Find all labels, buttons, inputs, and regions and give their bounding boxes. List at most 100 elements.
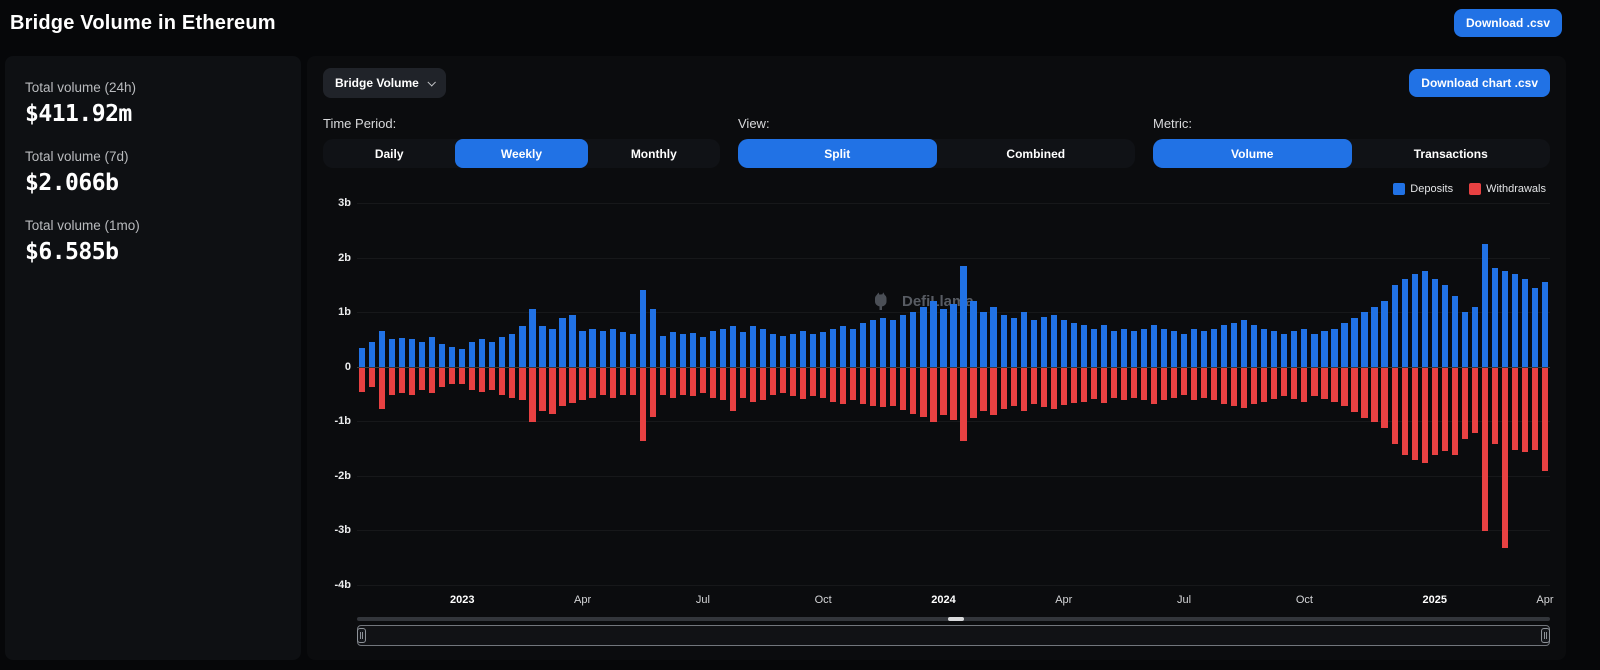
deposit-bar[interactable] <box>1091 329 1097 367</box>
deposit-bar[interactable] <box>1542 282 1548 367</box>
withdrawal-bar[interactable] <box>1161 368 1167 401</box>
withdrawal-bar[interactable] <box>399 368 405 393</box>
deposit-bar[interactable] <box>1021 312 1027 367</box>
withdrawal-bar[interactable] <box>800 368 806 400</box>
withdrawal-bar[interactable] <box>1101 368 1107 403</box>
view-split-button[interactable]: Split <box>738 139 937 168</box>
deposit-bar[interactable] <box>459 349 465 366</box>
deposit-bar[interactable] <box>1101 325 1107 366</box>
deposit-bar[interactable] <box>1432 279 1438 366</box>
withdrawal-bar[interactable] <box>980 368 986 412</box>
deposit-bar[interactable] <box>810 334 816 367</box>
deposit-bar[interactable] <box>359 348 365 367</box>
deposit-bar[interactable] <box>1041 317 1047 367</box>
deposit-bar[interactable] <box>1532 288 1538 367</box>
withdrawal-bar[interactable] <box>880 368 886 407</box>
withdrawal-bar[interactable] <box>600 368 606 395</box>
deposit-bar[interactable] <box>1321 331 1327 367</box>
deposit-bar[interactable] <box>1251 325 1257 366</box>
withdrawal-bar[interactable] <box>379 368 385 409</box>
deposit-bar[interactable] <box>1081 325 1087 366</box>
withdrawal-bar[interactable] <box>1211 368 1217 401</box>
withdrawal-bar[interactable] <box>459 368 465 384</box>
deposit-bar[interactable] <box>1462 312 1468 367</box>
withdrawal-bar[interactable] <box>1321 368 1327 400</box>
deposit-bar[interactable] <box>399 338 405 366</box>
withdrawal-bar[interactable] <box>1041 368 1047 407</box>
withdrawal-bar[interactable] <box>529 368 535 423</box>
withdrawal-bar[interactable] <box>1452 368 1458 455</box>
deposit-bar[interactable] <box>650 309 656 366</box>
withdrawal-bar[interactable] <box>1392 368 1398 444</box>
deposit-bar[interactable] <box>770 334 776 367</box>
deposit-bar[interactable] <box>1492 268 1498 366</box>
deposit-bar[interactable] <box>870 320 876 366</box>
deposit-bar[interactable] <box>720 329 726 367</box>
deposit-bar[interactable] <box>1011 318 1017 367</box>
withdrawal-bar[interactable] <box>439 368 445 388</box>
withdrawal-bar[interactable] <box>1081 368 1087 402</box>
deposit-bar[interactable] <box>569 315 575 367</box>
withdrawal-bar[interactable] <box>479 368 485 393</box>
withdrawal-bar[interactable] <box>1381 368 1387 428</box>
deposit-bar[interactable] <box>950 304 956 367</box>
withdrawal-bar[interactable] <box>1131 368 1137 399</box>
withdrawal-bar[interactable] <box>720 368 726 401</box>
withdrawal-bar[interactable] <box>1141 368 1147 401</box>
deposit-bar[interactable] <box>1111 331 1117 367</box>
deposit-bar[interactable] <box>589 329 595 367</box>
deposit-bar[interactable] <box>1261 329 1267 367</box>
view-combined-button[interactable]: Combined <box>937 139 1136 168</box>
deposit-bar[interactable] <box>1231 323 1237 367</box>
deposit-bar[interactable] <box>1181 334 1187 367</box>
deposit-bar[interactable] <box>710 331 716 367</box>
metric-volume-button[interactable]: Volume <box>1153 139 1352 168</box>
withdrawal-bar[interactable] <box>1021 368 1027 412</box>
deposit-bar[interactable] <box>640 290 646 366</box>
deposit-bar[interactable] <box>1281 334 1287 367</box>
withdrawal-bar[interactable] <box>810 368 816 396</box>
deposit-bar[interactable] <box>1001 315 1007 367</box>
deposit-bar[interactable] <box>1502 271 1508 367</box>
deposit-bar[interactable] <box>1361 312 1367 367</box>
withdrawal-bar[interactable] <box>740 368 746 399</box>
withdrawal-bar[interactable] <box>569 368 575 403</box>
withdrawal-bar[interactable] <box>790 368 796 396</box>
withdrawal-bar[interactable] <box>409 368 415 395</box>
deposit-bar[interactable] <box>880 318 886 367</box>
time-period-daily-button[interactable]: Daily <box>323 139 455 168</box>
deposit-bar[interactable] <box>1241 320 1247 366</box>
deposit-bar[interactable] <box>1442 285 1448 367</box>
withdrawal-bar[interactable] <box>389 368 395 395</box>
withdrawal-bar[interactable] <box>589 368 595 398</box>
withdrawal-bar[interactable] <box>1301 368 1307 402</box>
deposit-bar[interactable] <box>519 326 525 367</box>
deposit-bar[interactable] <box>1512 274 1518 367</box>
deposit-bar[interactable] <box>1412 274 1418 367</box>
deposit-bar[interactable] <box>1341 323 1347 367</box>
deposit-bar[interactable] <box>1371 307 1377 367</box>
deposit-bar[interactable] <box>1211 329 1217 367</box>
deposit-bar[interactable] <box>1472 307 1478 367</box>
withdrawal-bar[interactable] <box>700 368 706 393</box>
withdrawal-bar[interactable] <box>1251 368 1257 404</box>
deposit-bar[interactable] <box>529 309 535 366</box>
deposit-bar[interactable] <box>1422 271 1428 367</box>
withdrawal-bar[interactable] <box>519 368 525 401</box>
withdrawal-bar[interactable] <box>610 368 616 399</box>
deposit-bar[interactable] <box>559 318 565 367</box>
deposit-bar[interactable] <box>469 342 475 367</box>
time-period-monthly-button[interactable]: Monthly <box>588 139 720 168</box>
zoom-overview-track[interactable] <box>357 617 1550 621</box>
withdrawal-bar[interactable] <box>549 368 555 414</box>
deposit-bar[interactable] <box>1351 318 1357 367</box>
withdrawal-bar[interactable] <box>760 368 766 401</box>
deposit-bar[interactable] <box>1031 320 1037 366</box>
withdrawal-bar[interactable] <box>1462 368 1468 439</box>
deposit-bar[interactable] <box>970 301 976 366</box>
withdrawal-bar[interactable] <box>469 368 475 390</box>
withdrawal-bar[interactable] <box>670 368 676 398</box>
deposit-bar[interactable] <box>1071 323 1077 367</box>
withdrawal-bar[interactable] <box>1121 368 1127 401</box>
zoom-overview-thumb[interactable] <box>948 617 964 621</box>
